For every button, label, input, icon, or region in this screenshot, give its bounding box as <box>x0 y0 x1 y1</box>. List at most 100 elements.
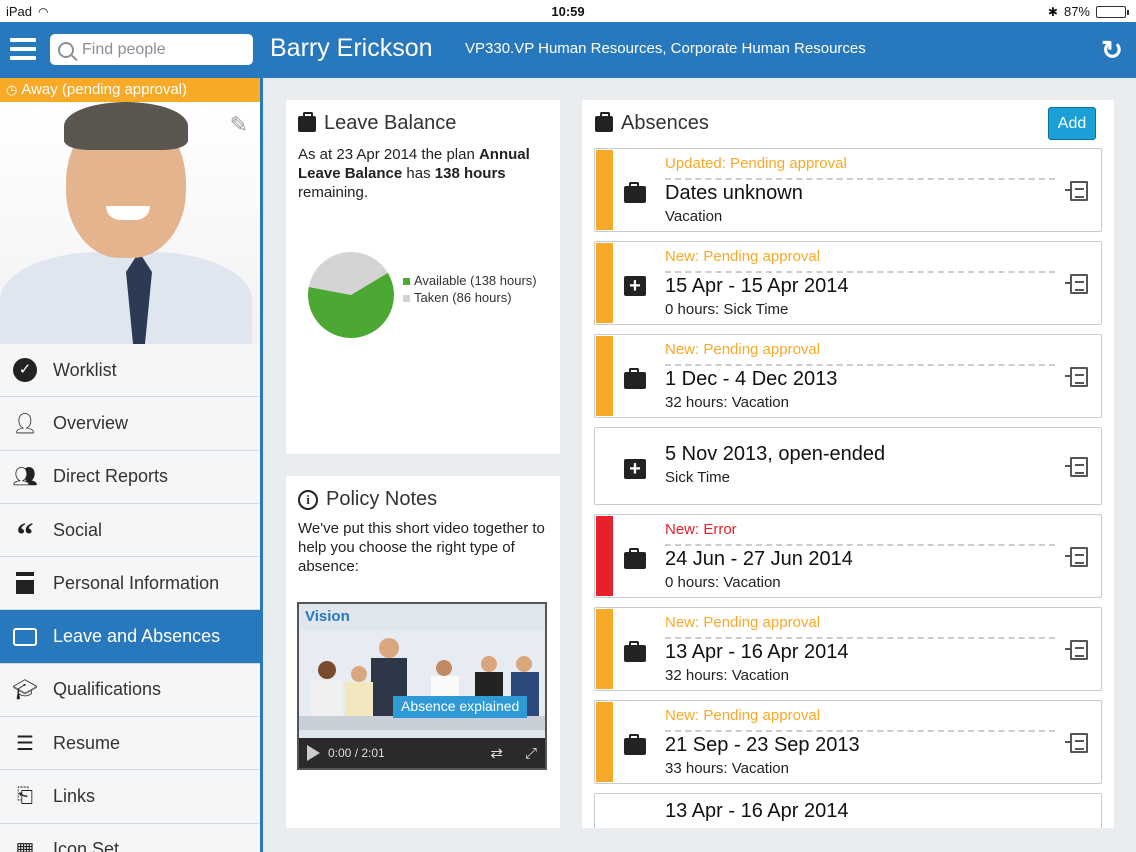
away-status-label: Away (pending approval) <box>21 81 188 98</box>
absence-detail: 32 hours: Vacation <box>665 394 789 411</box>
absence-dates: 1 Dec - 4 Dec 2013 <box>665 368 838 390</box>
briefcase-icon <box>624 734 646 755</box>
sidebar-item-qualifications[interactable]: 🎓︎ Qualifications <box>0 663 260 718</box>
absence-status: New: Error <box>665 521 737 538</box>
sidebar-item-direct-reports[interactable]: 👥︎ Direct Reports <box>0 450 260 504</box>
absence-dates: 13 Apr - 16 Apr 2014 <box>665 641 849 663</box>
leave-balance-card: Leave Balance As at 23 Apr 2014 the plan… <box>286 100 560 454</box>
divider <box>665 364 1055 366</box>
video-time: 0:00 / 2:01 <box>328 746 385 760</box>
absence-detail: 0 hours: Vacation <box>665 574 781 591</box>
absence-item[interactable]: 13 Apr - 16 Apr 2014 <box>594 793 1102 828</box>
hamburger-icon[interactable] <box>10 38 36 60</box>
person-name: Barry Erickson <box>270 34 433 62</box>
policy-notes-text: We've put this short video together to h… <box>298 520 545 575</box>
leave-balance-text: As at 23 Apr 2014 the plan Annual Leave … <box>298 146 530 201</box>
policy-notes-card: i Policy Notes We've put this short vide… <box>286 476 560 828</box>
divider <box>665 544 1055 546</box>
video-brand: Vision <box>305 608 350 625</box>
search-icon <box>58 41 74 58</box>
briefcase-icon <box>624 368 646 389</box>
details-icon[interactable] <box>1065 457 1088 477</box>
status-strip <box>596 516 613 596</box>
add-absence-button[interactable]: Add <box>1048 107 1096 140</box>
bluetooth-icon: ✱ <box>1047 4 1058 19</box>
refresh-icon[interactable]: ↻ <box>1098 36 1126 64</box>
fullscreen-icon[interactable]: ⤢ <box>525 745 537 762</box>
leave-balance-title: Leave Balance <box>324 112 457 134</box>
absences-card: Absences Add Updated: Pending approval Da… <box>582 100 1114 828</box>
status-strip <box>596 702 613 782</box>
remaining-hours: 138 hours <box>434 165 506 182</box>
play-icon[interactable] <box>307 745 320 761</box>
absence-item[interactable]: New: Pending approval 1 Dec - 4 Dec 2013 3… <box>594 334 1102 418</box>
absence-dates: 13 Apr - 16 Apr 2014 <box>665 800 849 822</box>
person-icon: 👤︎ <box>12 412 38 435</box>
absence-item[interactable]: Updated: Pending approval Dates unknown Va… <box>594 148 1102 232</box>
absences-title-row: Absences <box>595 111 709 135</box>
absence-detail: Vacation <box>665 208 723 225</box>
video-controls: 0:00 / 2:01 ⇄ ⤢ <box>299 738 545 768</box>
status-strip <box>596 609 613 689</box>
legend-entry-available: Available (138 hours) <box>403 272 537 289</box>
absence-dates: Dates unknown <box>665 182 803 204</box>
sidebar: ◷ Away (pending approval) ✎ ✓ Worklist 👤… <box>0 78 263 852</box>
document-list-icon: ☰ <box>16 732 34 755</box>
absence-item[interactable]: +5 Nov 2013, open-ended Sick Time <box>594 427 1102 505</box>
absence-item[interactable]: New: Error 24 Jun - 27 Jun 2014 0 hours: V… <box>594 514 1102 598</box>
status-strip <box>596 150 613 230</box>
sidebar-item-personal-information[interactable]: Personal Information <box>0 557 260 611</box>
details-icon[interactable] <box>1065 733 1088 753</box>
sidebar-item-label: Leave and Absences <box>53 626 221 647</box>
details-icon[interactable] <box>1065 181 1088 201</box>
leave-pie-chart <box>308 251 394 338</box>
sidebar-item-label: Links <box>53 786 96 807</box>
absence-item[interactable]: New: Pending approval +15 Apr - 15 Apr 20… <box>594 241 1102 325</box>
app-header: Barry Erickson VP330.VP Human Resources,… <box>0 22 1136 78</box>
absence-detail: 0 hours: Sick Time <box>665 301 789 318</box>
absence-status: New: Pending approval <box>665 707 821 724</box>
absence-status: New: Pending approval <box>665 614 821 631</box>
share-icon[interactable]: ⇄ <box>490 744 503 762</box>
absence-status: New: Pending approval <box>665 341 821 358</box>
medical-cross-icon: + <box>624 459 646 479</box>
search-box[interactable] <box>50 34 253 65</box>
details-icon[interactable] <box>1065 274 1088 294</box>
divider <box>665 637 1055 639</box>
edit-pencil-icon[interactable]: ✎ <box>230 112 248 138</box>
status-bar: iPad ◠ 10:59 ✱ 87% <box>0 0 1136 22</box>
absence-detail: 33 hours: Vacation <box>665 760 789 777</box>
sidebar-item-worklist[interactable]: ✓ Worklist <box>0 344 260 398</box>
absence-item[interactable]: New: Pending approval 13 Apr - 16 Apr 201… <box>594 607 1102 691</box>
person-role: VP330.VP Human Resources, Corporate Huma… <box>465 40 866 57</box>
quote-icon: “ <box>16 517 34 555</box>
details-icon[interactable] <box>1065 640 1088 660</box>
check-circle-icon: ✓ <box>12 357 38 383</box>
details-icon[interactable] <box>1065 547 1088 567</box>
sidebar-item-overview[interactable]: 👤︎ Overview <box>0 397 260 451</box>
sidebar-item-icon-set[interactable]: ▦ Icon Set <box>0 823 260 852</box>
sidebar-item-label: Social <box>53 519 103 540</box>
policy-video-player[interactable]: Vision Absence explained 0:00 / 2:01 ⇄ ⤢ <box>297 602 547 770</box>
sidebar-item-label: Icon Set <box>53 839 120 852</box>
id-card-icon <box>12 570 38 596</box>
briefcase-icon <box>624 641 646 662</box>
link-box-icon: ⎗ <box>17 785 33 808</box>
sidebar-item-leave-and-absences[interactable]: Leave and Absences <box>0 610 260 664</box>
people-icon: 👥︎ <box>12 466 38 489</box>
absence-item[interactable]: New: Pending approval 21 Sep - 23 Sep 201… <box>594 700 1102 784</box>
profile-photo: ✎ <box>0 102 260 344</box>
details-icon[interactable] <box>1065 367 1088 387</box>
clock-icon: ◷ <box>6 82 18 97</box>
sidebar-item-links[interactable]: ⎗ Links <box>0 770 260 824</box>
sidebar-item-resume[interactable]: ☰ Resume <box>0 717 260 771</box>
status-strip <box>596 243 613 323</box>
briefcase-icon <box>624 548 646 569</box>
absence-status: Updated: Pending approval <box>665 155 847 172</box>
status-strip <box>596 336 613 416</box>
search-input[interactable] <box>82 40 232 59</box>
sidebar-item-social[interactable]: “ Social <box>0 503 260 558</box>
battery-icon <box>1096 5 1129 18</box>
sidebar-item-label: Overview <box>53 412 129 433</box>
divider <box>665 730 1055 732</box>
